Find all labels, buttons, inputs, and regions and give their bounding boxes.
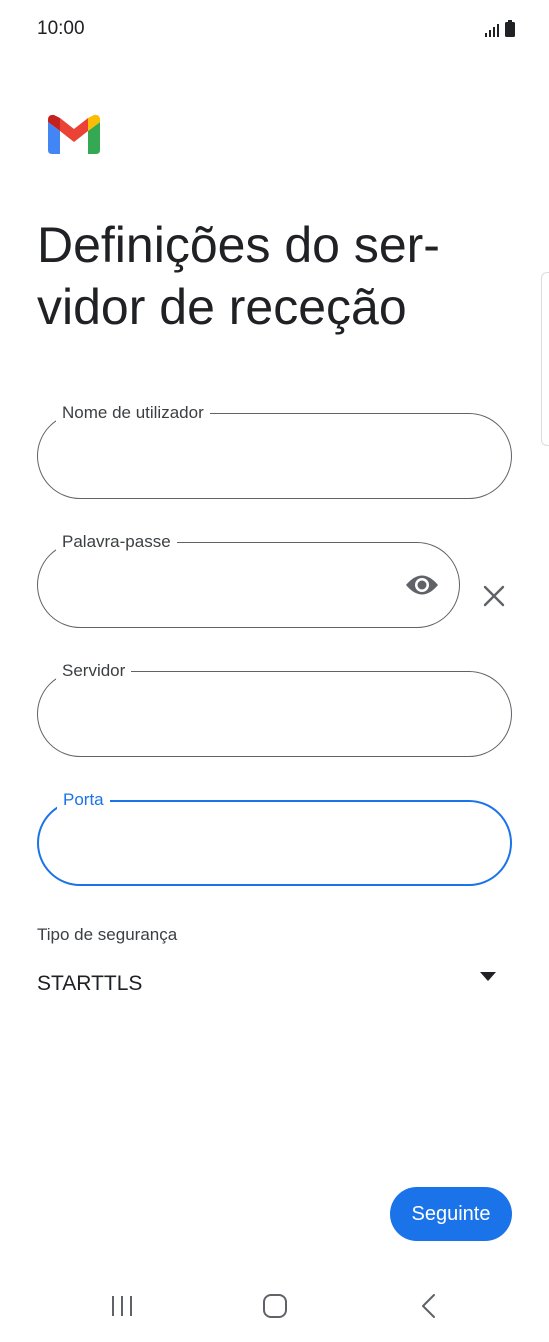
security-type-select[interactable]: STARTTLS: [37, 962, 512, 1006]
scroll-indicator[interactable]: [541, 272, 549, 446]
username-label: Nome de utilizador: [56, 402, 210, 424]
password-input[interactable]: [62, 567, 389, 605]
incoming-server-settings-screen: 10:00 Definições do ser- vidor de receçã…: [0, 0, 549, 1342]
password-label: Palavra-passe: [56, 531, 177, 553]
page-title-text: Definições do ser- vidor de receção: [37, 217, 440, 335]
recents-icon[interactable]: [110, 1294, 134, 1318]
port-label: Porta: [57, 789, 110, 811]
battery-icon: [505, 20, 515, 37]
server-field[interactable]: Servidor: [37, 660, 512, 757]
signal-icon: [485, 24, 499, 37]
username-field[interactable]: Nome de utilizador: [37, 402, 512, 499]
back-icon[interactable]: [420, 1294, 438, 1318]
port-field[interactable]: Porta: [37, 789, 512, 886]
gmail-logo: [48, 114, 100, 154]
dropdown-arrow-icon: [480, 972, 496, 981]
navigation-bar: [0, 1270, 549, 1342]
status-icons: [485, 20, 515, 37]
port-input[interactable]: [63, 826, 486, 864]
page-title: Definições do ser- vidor de receção: [37, 214, 517, 338]
home-icon[interactable]: [262, 1294, 288, 1318]
password-field[interactable]: Palavra-passe: [37, 531, 460, 628]
eye-icon[interactable]: [405, 572, 439, 598]
status-bar: 10:00: [0, 0, 549, 60]
security-type-label: Tipo de segurança: [37, 925, 178, 944]
security-type-value: STARTTLS: [37, 972, 143, 995]
close-icon[interactable]: [480, 582, 508, 610]
server-input[interactable]: [62, 696, 487, 734]
username-input[interactable]: [62, 438, 487, 476]
status-time: 10:00: [37, 18, 85, 39]
server-label: Servidor: [56, 660, 132, 682]
next-button[interactable]: Seguinte: [390, 1187, 512, 1241]
